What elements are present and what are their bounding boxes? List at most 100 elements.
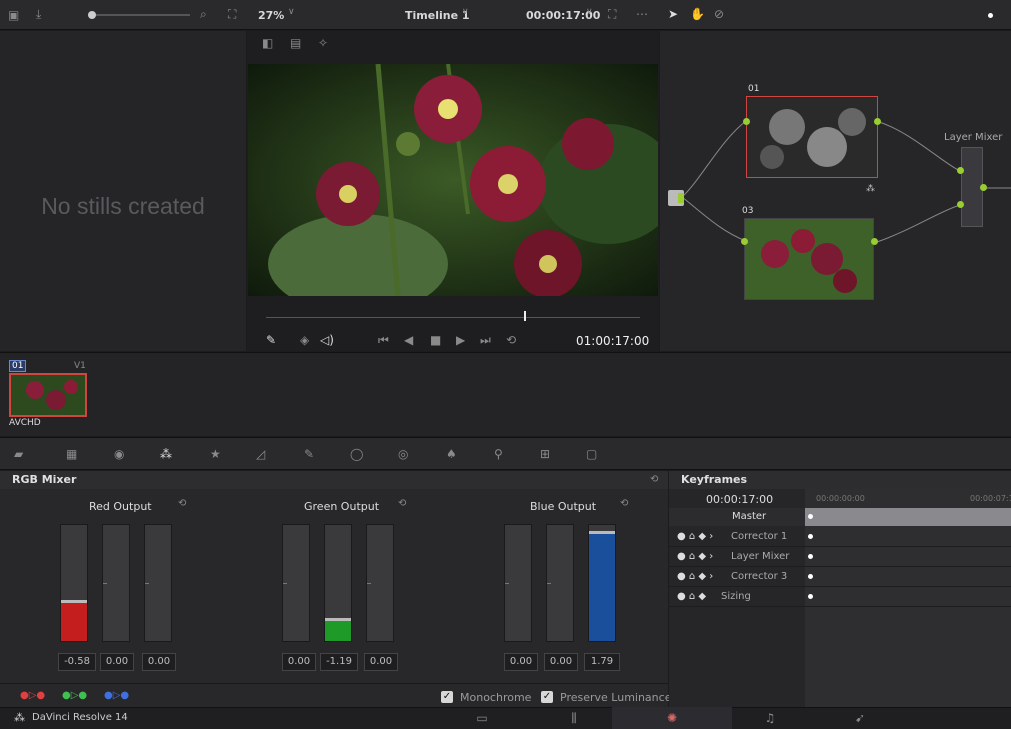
3d-icon[interactable]: ▢ (586, 447, 597, 461)
green-green-slider[interactable] (324, 524, 352, 642)
more-options-icon[interactable]: ⋯ (636, 7, 648, 21)
search-icon[interactable]: ⌕ (200, 7, 207, 22)
gallery-toggle-icon[interactable]: ▣ (8, 8, 19, 22)
blue-red-slider[interactable] (504, 524, 532, 642)
green-blue-value[interactable]: 0.00 (364, 653, 398, 671)
green-green-value[interactable]: -1.19 (320, 653, 358, 671)
swap-green-blue-icon[interactable]: ●▷● (62, 690, 87, 701)
viewer-image[interactable] (248, 64, 658, 296)
layer-mixer-output[interactable] (980, 184, 987, 191)
green-blue-slider[interactable] (366, 524, 394, 642)
play-reverse-icon[interactable]: ◀ (404, 333, 413, 347)
red-blue-slider[interactable] (144, 524, 172, 642)
volume-icon[interactable]: ◁) (320, 333, 334, 347)
node-01-thumbnail (747, 97, 877, 177)
import-icon[interactable]: ⤓ (36, 7, 41, 22)
node-01-output[interactable] (874, 118, 881, 125)
playhead[interactable] (524, 311, 526, 321)
power-windows-icon[interactable]: ◯ (350, 447, 363, 461)
tracker-icon[interactable]: ◎ (398, 447, 408, 461)
node-01-input[interactable] (743, 118, 750, 125)
pointer-tool-icon[interactable]: ➤ (668, 7, 678, 21)
kf-row-controls-icon[interactable]: ● ⌂ ◆ (677, 591, 706, 602)
motion-effects-icon[interactable]: ★ (210, 447, 221, 461)
kf-row-layer-mixer[interactable]: ● ⌂ ◆ › Layer Mixer (669, 547, 1011, 567)
thumbnail-size-handle[interactable] (88, 11, 96, 19)
green-red-value[interactable]: 0.00 (282, 653, 316, 671)
keyframe-dot[interactable] (808, 514, 813, 519)
monochrome-checkbox[interactable]: ✓ (441, 691, 453, 703)
layer-mixer-input-1[interactable] (957, 167, 964, 174)
green-red-slider[interactable] (282, 524, 310, 642)
swap-red-green-icon[interactable]: ●▷● (20, 690, 45, 701)
blue-blue-slider[interactable] (588, 524, 616, 642)
stop-icon[interactable]: ■ (430, 333, 441, 347)
loop-icon[interactable]: ⟲ (506, 333, 516, 347)
bypass-icon[interactable]: ⊘ (714, 7, 724, 21)
keyframes-title: Keyframes (669, 471, 1011, 489)
node-03-input[interactable] (741, 238, 748, 245)
scrub-bar[interactable] (266, 317, 640, 318)
rgb-mixer-icon[interactable]: ⁂ (160, 447, 172, 461)
reset-icon[interactable]: ⟲ (178, 498, 186, 509)
wipe-icon[interactable]: ▤ (290, 36, 301, 50)
blue-green-value[interactable]: 0.00 (544, 653, 578, 671)
curves-icon[interactable]: ◿ (256, 447, 265, 461)
blue-blue-value[interactable]: 1.79 (584, 653, 620, 671)
layer-mixer-input-2[interactable] (957, 201, 964, 208)
red-green-value[interactable]: 0.00 (100, 653, 134, 671)
red-red-value[interactable]: -0.58 (58, 653, 96, 671)
reset-icon[interactable]: ⟲ (620, 498, 628, 509)
color-wheels-icon[interactable]: ◉ (114, 447, 124, 461)
thumbnail-size-slider[interactable] (88, 14, 190, 16)
kf-row-controls-icon[interactable]: ● ⌂ ◆ › (677, 571, 713, 582)
flower-frame (248, 64, 658, 296)
keyframe-dot[interactable] (808, 574, 813, 579)
skip-to-start-icon[interactable]: ⏮ (378, 333, 389, 348)
reset-icon[interactable]: ⟲ (398, 498, 406, 509)
picker-icon[interactable]: ✎ (266, 333, 276, 347)
options-dot-icon[interactable] (988, 13, 993, 18)
chevron-down-icon[interactable]: ∨ (462, 7, 469, 17)
node-03[interactable] (744, 218, 874, 300)
kf-row-corrector-3[interactable]: ● ⌂ ◆ › Corrector 3 (669, 567, 1011, 587)
deliver-page-button[interactable]: ➹ (800, 707, 920, 729)
timeline-name[interactable]: Timeline 1 (405, 9, 470, 22)
layers-icon[interactable]: ◈ (300, 333, 309, 347)
sizing-icon[interactable]: ⊞ (540, 447, 550, 461)
kf-row-controls-icon[interactable]: ● ⌂ ◆ › (677, 551, 713, 562)
fullscreen-icon[interactable]: ⛶ (608, 7, 616, 22)
kf-row-sizing[interactable]: ● ⌂ ◆ Sizing (669, 587, 1011, 607)
keyframe-dot[interactable] (808, 554, 813, 559)
blue-green-slider[interactable] (546, 524, 574, 642)
camera-raw-icon[interactable]: ▰ (14, 447, 23, 461)
red-green-slider[interactable] (102, 524, 130, 642)
keyframe-dot[interactable] (808, 534, 813, 539)
keyframe-dot[interactable] (808, 594, 813, 599)
chevron-down-icon[interactable]: ∨ (586, 7, 593, 17)
chevron-down-icon[interactable]: ∨ (288, 7, 295, 17)
red-red-slider[interactable] (60, 524, 88, 642)
clip-thumbnail[interactable] (9, 373, 87, 417)
swap-blue-red-icon[interactable]: ●▷● (104, 690, 129, 701)
skip-to-end-icon[interactable]: ⏭ (480, 333, 491, 348)
red-blue-value[interactable]: 0.00 (142, 653, 176, 671)
node-01[interactable] (746, 96, 878, 178)
blur-icon[interactable]: ♠ (446, 447, 457, 461)
hand-tool-icon[interactable]: ✋ (690, 7, 705, 21)
color-match-icon[interactable]: ▦ (66, 447, 77, 461)
magic-wand-icon[interactable]: ✧ (318, 36, 328, 50)
node-03-output[interactable] (871, 238, 878, 245)
preserve-luminance-checkbox[interactable]: ✓ (541, 691, 553, 703)
kf-row-controls-icon[interactable]: ● ⌂ ◆ › (677, 531, 713, 542)
split-view-icon[interactable]: ◧ (262, 36, 273, 50)
blue-red-value[interactable]: 0.00 (504, 653, 538, 671)
zoom-level[interactable]: 27% (258, 9, 284, 22)
fullscreen-icon[interactable]: ⛶ (228, 7, 236, 22)
qualifier-icon[interactable]: ✎ (304, 447, 314, 461)
kf-row-corrector-1[interactable]: ● ⌂ ◆ › Corrector 1 (669, 527, 1011, 547)
master-track-bar[interactable] (805, 508, 1011, 526)
reset-icon[interactable]: ⟲ (650, 474, 658, 485)
key-icon[interactable]: ⚲ (494, 447, 503, 461)
play-icon[interactable]: ▶ (456, 333, 465, 347)
